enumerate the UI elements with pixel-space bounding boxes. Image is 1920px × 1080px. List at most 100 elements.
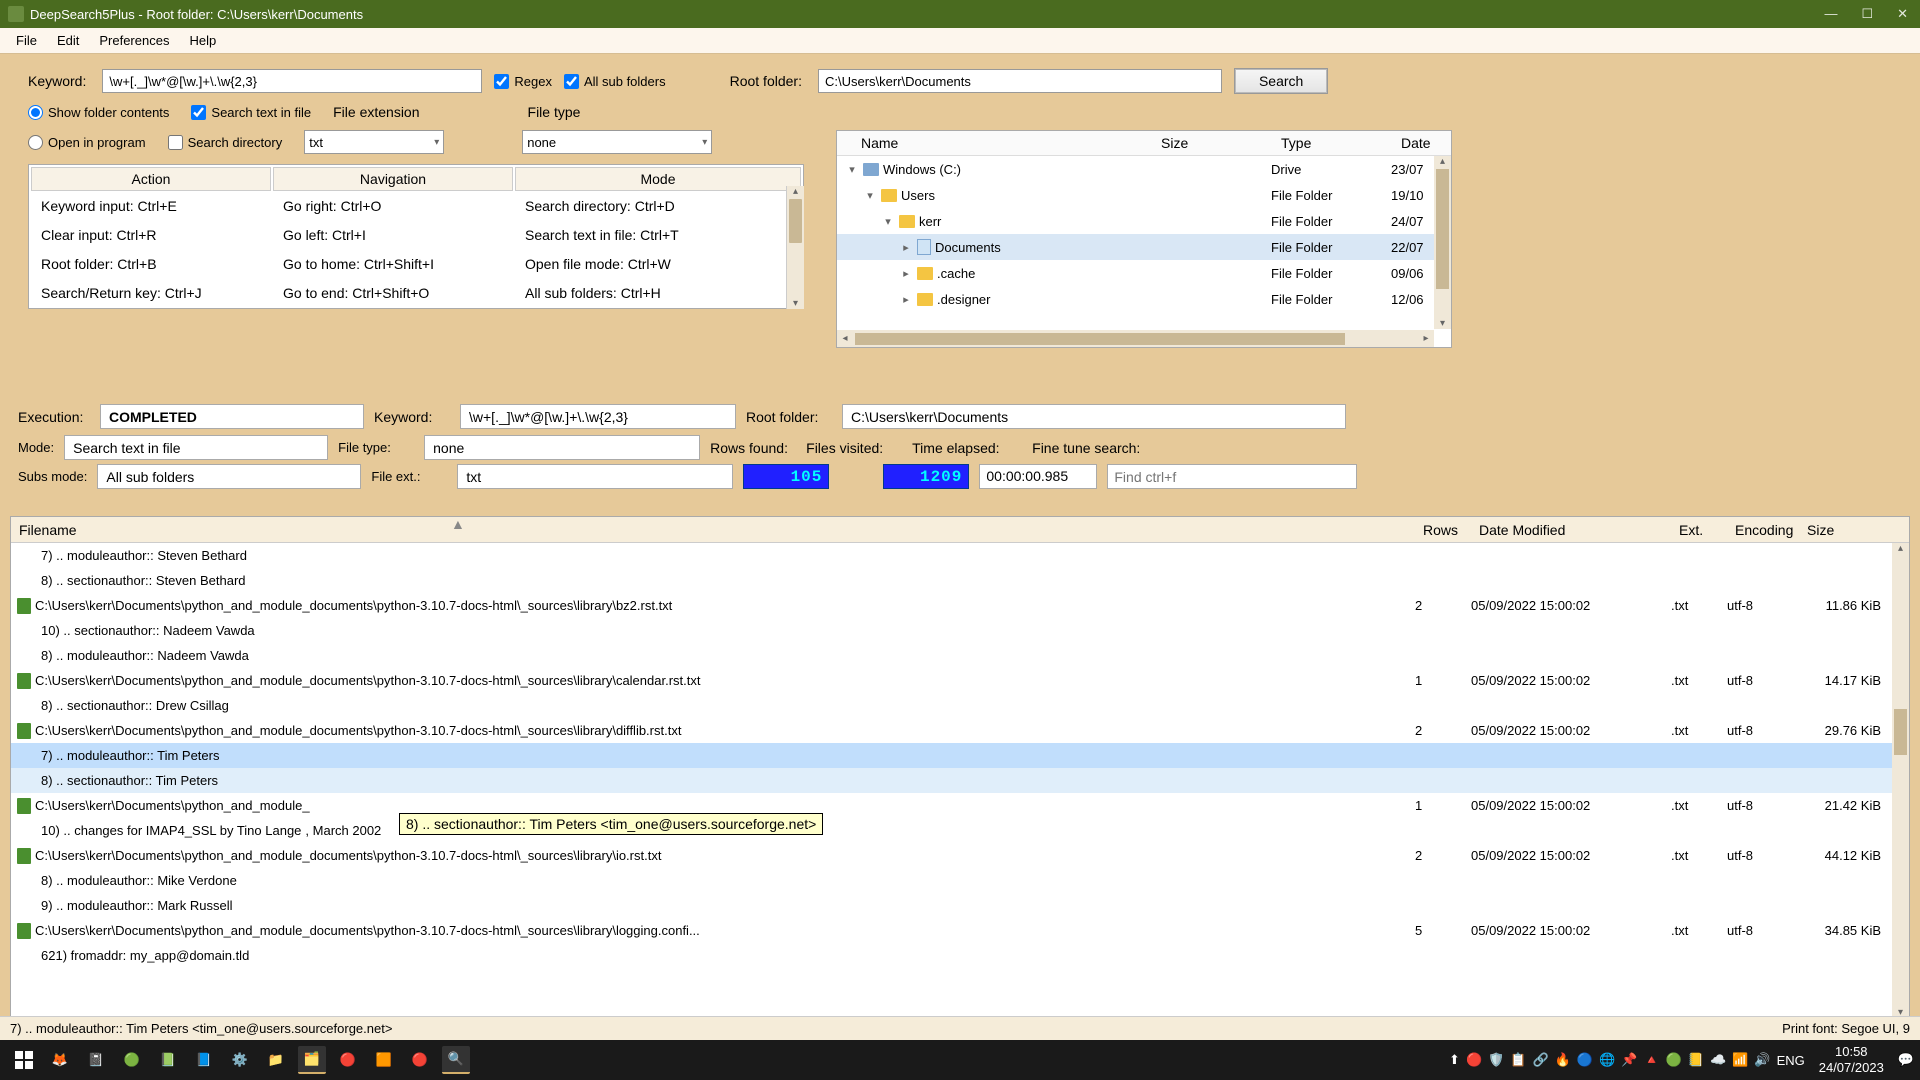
result-match-row[interactable]: 9) .. moduleauthor:: Mark Russell [11,893,1909,918]
tray-icon[interactable]: 📋 [1510,1052,1526,1068]
tree-vscrollbar[interactable]: ▴ ▾ [1434,156,1451,329]
tree-expander-icon[interactable]: ▾ [881,215,895,228]
menu-help[interactable]: Help [179,30,226,51]
shortcuts-scrollbar[interactable]: ▴ ▾ [786,186,804,309]
tray-icon[interactable]: 🔥 [1555,1052,1571,1068]
taskbar-app-icon[interactable]: 📘 [190,1046,218,1074]
result-match-row[interactable]: 8) .. sectionauthor:: Steven Bethard [11,568,1909,593]
results-col-size[interactable]: Size [1799,519,1891,541]
result-match-row[interactable]: 8) .. moduleauthor:: Nadeem Vawda [11,643,1909,668]
scroll-down-icon[interactable]: ▾ [1434,318,1451,329]
tree-row[interactable]: ▸DocumentsFile Folder22/07 [837,234,1451,260]
scroll-thumb[interactable] [789,199,802,243]
tree-col-date[interactable]: Date [1391,132,1451,154]
tray-language[interactable]: ENG [1777,1053,1805,1068]
taskbar-app-icon[interactable]: 🗂️ [298,1046,326,1074]
scroll-up-icon[interactable]: ▴ [1892,543,1909,559]
results-col-ext[interactable]: Ext. [1671,519,1727,541]
shortcuts-col-mode[interactable]: Mode [515,167,801,191]
root-folder-input[interactable] [818,69,1222,93]
keyword-input[interactable] [102,69,482,93]
tray-icon[interactable]: 🔗 [1533,1052,1549,1068]
scroll-down-icon[interactable]: ▾ [787,298,804,309]
show-folder-radio[interactable] [28,105,43,120]
results-col-rows[interactable]: Rows [1415,519,1471,541]
tree-expander-icon[interactable]: ▸ [899,293,913,306]
regex-checkbox[interactable] [494,74,509,89]
taskbar-app-icon[interactable]: 📗 [154,1046,182,1074]
tree-expander-icon[interactable]: ▾ [863,189,877,202]
open-program-radio[interactable] [28,135,43,150]
all-sub-checkbox[interactable] [564,74,579,89]
tray-icon[interactable]: ⬆ [1449,1052,1460,1068]
taskbar-app-icon[interactable]: ⚙️ [226,1046,254,1074]
tree-row[interactable]: ▸.designerFile Folder12/06 [837,286,1451,312]
tree-row[interactable]: ▾Windows (C:)Drive23/07 [837,156,1451,182]
tree-col-name[interactable]: Name [837,132,1151,154]
tray-icon[interactable]: 📶 [1732,1052,1748,1068]
taskbar-app-icon[interactable]: 🟢 [118,1046,146,1074]
menu-file[interactable]: File [6,30,47,51]
scroll-up-icon[interactable]: ▴ [1434,156,1451,167]
tray-icon[interactable]: 🔺 [1643,1052,1659,1068]
scroll-thumb[interactable] [1894,709,1907,755]
fine-tune-input[interactable] [1107,464,1357,489]
scroll-right-icon[interactable]: ▸ [1418,333,1434,344]
result-match-row[interactable]: 10) .. sectionauthor:: Nadeem Vawda [11,618,1909,643]
minimize-button[interactable]: — [1824,6,1837,22]
tree-row[interactable]: ▾kerrFile Folder24/07 [837,208,1451,234]
scroll-left-icon[interactable]: ◂ [837,333,853,344]
results-col-encoding[interactable]: Encoding [1727,519,1799,541]
file-ext-combo[interactable]: txt▾ [304,130,444,154]
maximize-button[interactable]: ☐ [1861,6,1873,22]
results-vscrollbar[interactable]: ▴ ▾ [1892,543,1909,1023]
taskbar-app-icon[interactable]: 🔴 [334,1046,362,1074]
search-button[interactable]: Search [1234,68,1328,94]
results-col-filename[interactable]: Filename [11,519,1415,541]
taskbar-app-icon[interactable]: 🟧 [370,1046,398,1074]
tray-icon[interactable]: 🟢 [1666,1052,1682,1068]
result-match-row[interactable]: 8) .. sectionauthor:: Tim Peters [11,768,1909,793]
menu-edit[interactable]: Edit [47,30,89,51]
taskbar-app-icon[interactable]: 🔍 [442,1046,470,1074]
result-file-row[interactable]: C:\Users\kerr\Documents\python_and_modul… [11,718,1909,743]
result-match-row[interactable]: 7) .. moduleauthor:: Steven Bethard [11,543,1909,568]
file-type-combo[interactable]: none▾ [522,130,712,154]
scroll-thumb[interactable] [1436,169,1449,289]
tray-icon[interactable]: ☁️ [1710,1052,1726,1068]
tree-hscrollbar[interactable]: ◂ ▸ [837,330,1434,347]
result-file-row[interactable]: C:\Users\kerr\Documents\python_and_modul… [11,668,1909,693]
search-text-checkbox[interactable] [191,105,206,120]
tray-icon[interactable]: 🌐 [1599,1052,1615,1068]
result-file-row[interactable]: C:\Users\kerr\Documents\python_and_modul… [11,843,1909,868]
tree-expander-icon[interactable]: ▸ [899,267,913,280]
shortcuts-col-action[interactable]: Action [31,167,271,191]
tree-row[interactable]: ▾UsersFile Folder19/10 [837,182,1451,208]
scroll-thumb[interactable] [855,333,1345,345]
result-file-row[interactable]: C:\Users\kerr\Documents\python_and_modul… [11,918,1909,943]
menu-preferences[interactable]: Preferences [89,30,179,51]
shortcuts-col-nav[interactable]: Navigation [273,167,513,191]
result-file-row[interactable]: C:\Users\kerr\Documents\python_and_modul… [11,793,1909,818]
close-button[interactable]: ✕ [1897,6,1908,22]
tree-row[interactable]: ▸.cacheFile Folder09/06 [837,260,1451,286]
taskbar-clock[interactable]: 10:58 24/07/2023 [1819,1044,1884,1075]
scroll-up-icon[interactable]: ▴ [787,186,804,197]
tree-col-type[interactable]: Type [1271,132,1391,154]
result-match-row[interactable]: 621) fromaddr: my_app@domain.tld [11,943,1909,968]
result-match-row[interactable]: 10) .. changes for IMAP4_SSL by Tino Lan… [11,818,1909,843]
tree-expander-icon[interactable]: ▾ [845,163,859,176]
tray-icon[interactable]: 🔴 [1466,1052,1482,1068]
tree-col-size[interactable]: Size [1151,132,1271,154]
result-file-row[interactable]: C:\Users\kerr\Documents\python_and_modul… [11,593,1909,618]
tray-icon[interactable]: 📒 [1688,1052,1704,1068]
result-match-row[interactable]: 8) .. moduleauthor:: Mike Verdone [11,868,1909,893]
taskbar-app-icon[interactable]: 📓 [82,1046,110,1074]
tray-notifications-icon[interactable]: 💬 [1898,1052,1914,1068]
result-match-row[interactable]: 7) .. moduleauthor:: Tim Peters [11,743,1909,768]
taskbar-app-icon[interactable]: 📁 [262,1046,290,1074]
tray-icon[interactable]: 🛡️ [1488,1052,1504,1068]
tray-icon[interactable]: 🔵 [1577,1052,1593,1068]
result-match-row[interactable]: 8) .. sectionauthor:: Drew Csillag [11,693,1909,718]
results-col-datemod[interactable]: Date Modified [1471,519,1671,541]
